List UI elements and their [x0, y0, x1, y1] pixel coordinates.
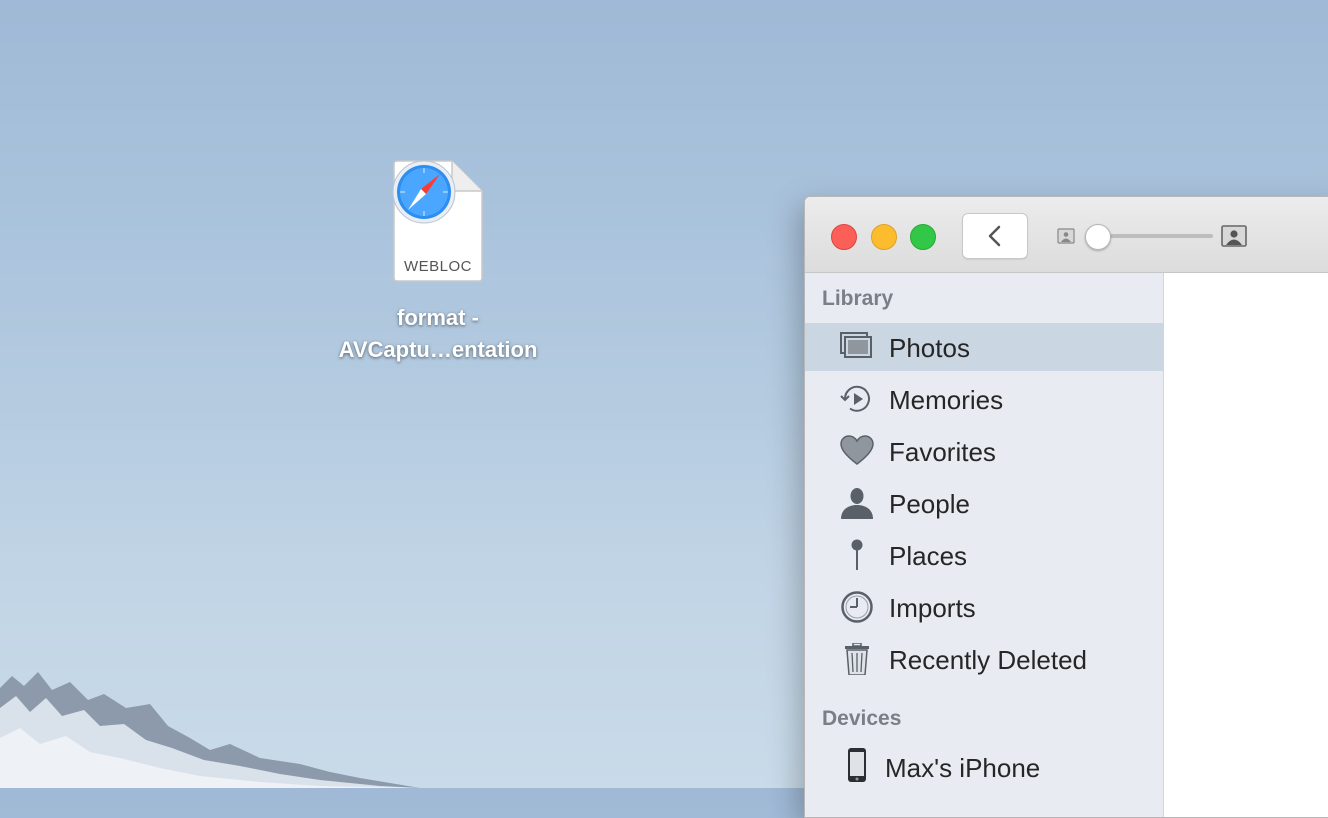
sidebar-item-favorites[interactable]: Favorites — [805, 427, 1163, 475]
sidebar-item-places[interactable]: Places — [805, 531, 1163, 579]
sidebar-item-photos[interactable]: Photos — [805, 323, 1163, 371]
sidebar-item-memories[interactable]: Memories — [805, 375, 1163, 423]
zoom-slider-knob[interactable] — [1085, 224, 1111, 250]
heart-icon — [840, 435, 874, 465]
window-toolbar — [805, 197, 1328, 273]
file-name-line-2: AVCaptu…entation — [338, 337, 538, 362]
sidebar-item-label: Memories — [889, 385, 1004, 415]
sidebar-item-label: Max's iPhone — [885, 753, 1041, 783]
mountain-scenery — [0, 672, 420, 788]
sidebar-item-label: Places — [889, 541, 968, 571]
sidebar-item-recently-deleted[interactable]: Recently Deleted — [805, 635, 1163, 683]
sidebar: Library Photos Memories Favorites People… — [805, 273, 1164, 817]
file-name-label: format - AVCaptu…entation — [320, 302, 556, 366]
photos-content-area[interactable] — [1164, 273, 1328, 817]
close-window-button[interactable] — [831, 224, 857, 250]
zoom-slider-track[interactable] — [1095, 234, 1213, 238]
sidebar-item-label: Favorites — [889, 437, 996, 467]
clock-icon — [841, 591, 873, 623]
back-button[interactable] — [962, 213, 1028, 259]
zoom-window-button[interactable] — [910, 224, 936, 250]
photos-stack-icon — [840, 332, 872, 358]
iphone-icon — [848, 748, 866, 782]
sidebar-item-imports[interactable]: Imports — [805, 583, 1163, 631]
zoom-out-photo-icon[interactable] — [1057, 228, 1075, 244]
devices-section-header: Devices — [822, 707, 902, 730]
library-section-header: Library — [822, 287, 894, 310]
file-name-line-1: format - — [397, 305, 479, 330]
pin-icon — [851, 539, 863, 570]
zoom-in-photo-icon[interactable] — [1221, 225, 1247, 247]
desktop-file-webloc[interactable]: WEBLOC format - AVCaptu…entation — [320, 160, 556, 366]
webloc-document-icon: WEBLOC — [392, 160, 484, 282]
photos-window: Library Photos Memories Favorites People… — [804, 196, 1328, 818]
chevron-left-icon — [988, 225, 1001, 247]
sidebar-item-label: People — [889, 489, 970, 519]
file-type-badge: WEBLOC — [403, 258, 472, 275]
sidebar-item-label: Recently Deleted — [889, 645, 1087, 675]
sidebar-item-label: Imports — [889, 593, 976, 623]
person-icon — [841, 488, 873, 519]
safari-compass-icon — [392, 160, 456, 224]
sidebar-item-label: Photos — [889, 333, 970, 363]
sidebar-item-people[interactable]: People — [805, 479, 1163, 527]
memories-icon — [840, 385, 870, 412]
minimize-window-button[interactable] — [871, 224, 897, 250]
sidebar-item-device[interactable]: Max's iPhone — [805, 743, 1163, 791]
trash-icon — [845, 643, 869, 675]
